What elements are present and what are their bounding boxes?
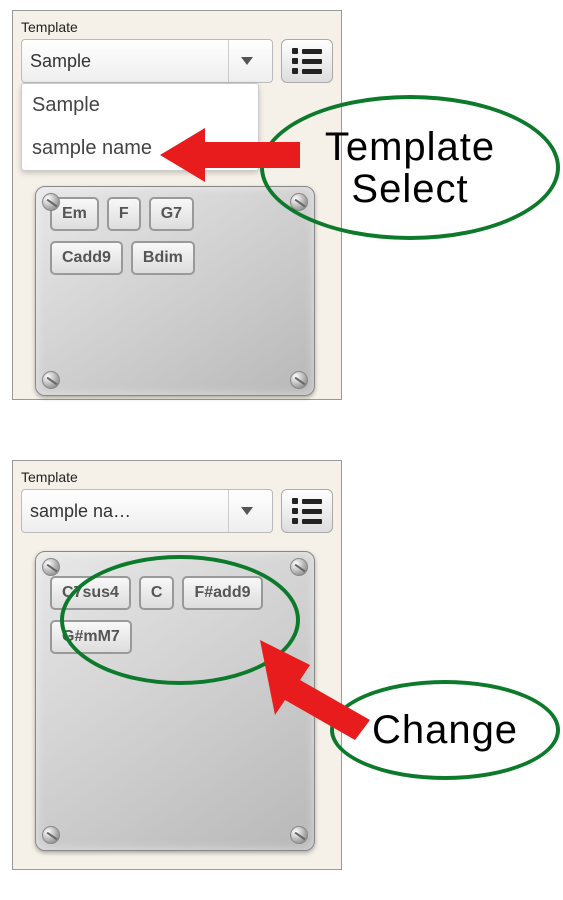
screw-icon (42, 193, 60, 211)
callout-text: Change (372, 708, 518, 753)
chevron-down-icon (228, 40, 264, 82)
arrow-icon (160, 120, 300, 190)
screw-icon (42, 826, 60, 844)
select-value: Sample (30, 51, 228, 72)
template-label: Template (21, 19, 333, 35)
chevron-down-icon (228, 490, 264, 532)
select-value: sample na… (30, 501, 228, 522)
chord-button[interactable]: Bdim (131, 241, 195, 275)
screw-icon (290, 558, 308, 576)
chord-plate: Em F G7 Cadd9 Bdim (35, 186, 315, 396)
template-select[interactable]: sample na… (21, 489, 273, 533)
arrow-icon (250, 640, 370, 740)
chord-row: Cadd9 Bdim (36, 231, 314, 275)
screw-icon (290, 371, 308, 389)
template-select[interactable]: Sample (21, 39, 273, 83)
callout-oval-select: Template Select (260, 95, 560, 240)
chord-button[interactable]: F (107, 197, 141, 231)
screw-icon (290, 826, 308, 844)
screw-icon (42, 371, 60, 389)
list-button[interactable] (281, 39, 333, 83)
list-button[interactable] (281, 489, 333, 533)
top-row: Sample (21, 39, 333, 83)
template-label: Template (21, 469, 333, 485)
screw-icon (42, 558, 60, 576)
top-row: sample na… (21, 489, 333, 533)
chord-button[interactable]: G7 (149, 197, 194, 231)
callout-text: Template Select (325, 126, 495, 210)
chord-button[interactable]: Cadd9 (50, 241, 123, 275)
